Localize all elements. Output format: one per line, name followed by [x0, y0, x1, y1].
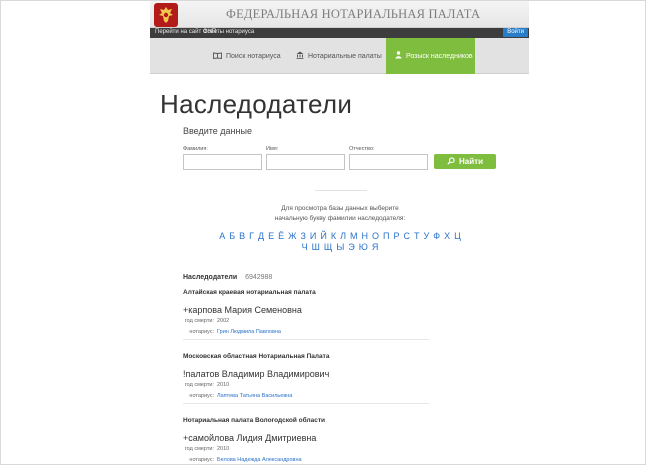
alphabet-letter[interactable]: Т [414, 231, 420, 242]
notary-link[interactable]: Лаптева Татьяна Васильевна [217, 393, 292, 399]
eagle-emblem-icon [159, 7, 173, 23]
alphabet-letter[interactable]: Д [258, 231, 264, 242]
death-year-row: год смерти: 2010 [183, 382, 429, 390]
death-year-label: год смерти: [184, 446, 214, 452]
login-button[interactable]: Войти [503, 28, 528, 37]
patronymic-label: Отчество: [349, 146, 375, 152]
alphabet-letter[interactable]: Ё [278, 231, 284, 242]
results-count: 6942988 [245, 274, 273, 281]
find-button-label: Найти [459, 157, 483, 166]
surname-label: Фамилия: [183, 146, 208, 152]
notary-row: нотариус: Белова Надежда Александровна [183, 457, 429, 464]
death-year-row: год смерти: 2010 [183, 446, 429, 454]
death-year-row: год смерти: 2002 [183, 318, 429, 326]
alphabet-row-1: АБВГДЕЁЖЗИЙКЛМНОПРСТУФХЦ [184, 231, 496, 242]
tab-notary-chambers[interactable]: Нотариальные палаты [296, 38, 382, 74]
alphabet-letter[interactable]: Н [362, 231, 369, 242]
tab-heirs-search[interactable]: Розыск наследников [386, 38, 475, 74]
site-brand-title[interactable]: ФЕДЕРАЛЬНАЯ НОТАРИАЛЬНАЯ ПАЛАТА [226, 7, 480, 22]
alphabet-letter[interactable]: Ч [302, 242, 308, 253]
alphabet-letter[interactable]: Ы [336, 242, 344, 253]
notary-row: нотариус: Грин Людмила Павловна [183, 329, 429, 337]
notary-link[interactable]: Грин Людмила Павловна [217, 329, 281, 335]
alphabet-index: АБВГДЕЁЖЗИЙКЛМНОПРСТУФХЦ ЧШЩЫЭЮЯ [184, 231, 496, 253]
tab-heirs-search-label: Розыск наследников [406, 52, 473, 60]
alphabet-letter[interactable]: Ц [454, 231, 461, 242]
alphabet-letter[interactable]: Х [444, 231, 450, 242]
alphabet-letter[interactable]: У [424, 231, 430, 242]
alphabet-letter[interactable]: К [331, 231, 336, 242]
chamber-name: Алтайская краевая нотариальная палата [183, 289, 316, 296]
page-title: Наследодатели [160, 89, 353, 119]
notary-label: нотариус: [189, 457, 214, 463]
surname-input[interactable] [183, 154, 262, 170]
main-nav: Поиск нотариуса Нотариальные палаты Розы… [150, 38, 529, 74]
alphabet-letter[interactable]: В [239, 231, 245, 242]
browser-frame: ФЕДЕРАЛЬНАЯ НОТАРИАЛЬНАЯ ПАЛАТА Перейти … [0, 0, 646, 465]
alphabet-letter[interactable]: Я [372, 242, 379, 253]
tab-search-notary[interactable]: Поиск нотариуса [213, 38, 281, 74]
search-icon [447, 156, 455, 167]
page: ФЕДЕРАЛЬНАЯ НОТАРИАЛЬНАЯ ПАЛАТА Перейти … [150, 1, 529, 464]
alphabet-letter[interactable]: О [372, 231, 379, 242]
alphabet-letter[interactable]: З [300, 231, 305, 242]
alphabet-letter[interactable]: Г [249, 231, 254, 242]
death-year-value: 2010 [217, 382, 230, 388]
alphabet-letter[interactable]: Е [268, 231, 274, 242]
death-year-value: 2010 [217, 446, 230, 452]
patronymic-input[interactable] [349, 154, 428, 170]
death-year-label: год смерти: [184, 318, 214, 324]
list-item: Московская областная Нотариальная Палата… [183, 353, 429, 404]
alphabet-letter[interactable]: М [350, 231, 358, 242]
list-item: Алтайская краевая нотариальная палата +к… [183, 289, 429, 340]
alphabet-letter[interactable]: П [383, 231, 389, 242]
alphabet-letter[interactable]: Р [394, 231, 400, 242]
alphabet-letter[interactable]: Э [348, 242, 354, 253]
alphabet-letter[interactable]: И [310, 231, 316, 242]
item-divider [183, 339, 429, 340]
death-year-value: 2002 [217, 318, 230, 324]
alphabet-letter[interactable]: Й [320, 231, 326, 242]
results-label: Наследодатели [183, 274, 238, 281]
name-input[interactable] [266, 154, 345, 170]
alphabet-letter[interactable]: Ф [433, 231, 440, 242]
deceased-name[interactable]: !палатов Владимир Владимирович [183, 369, 429, 379]
alphabet-letter[interactable]: Б [229, 231, 235, 242]
name-label: Имя: [266, 146, 279, 152]
tab-notary-chambers-label: Нотариальные палаты [308, 52, 382, 60]
top-bar: Перейти на сайт ФНП Советы нотариуса Вой… [150, 28, 529, 38]
link-notary-advice[interactable]: Советы нотариуса [203, 29, 254, 35]
find-button[interactable]: Найти [434, 154, 496, 169]
deceased-name[interactable]: +карпова Мария Семеновна [183, 305, 429, 315]
death-year-label: год смерти: [184, 382, 214, 388]
emblem-logo[interactable] [154, 3, 178, 27]
building-icon [296, 51, 304, 61]
book-icon [213, 51, 222, 61]
alphabet-letter[interactable]: Ж [288, 231, 296, 242]
notary-label: нотариус: [189, 329, 214, 335]
alphabet-letter[interactable]: Ю [359, 242, 368, 253]
tab-search-notary-label: Поиск нотариуса [226, 52, 281, 60]
results-summary: Наследодатели 6942988 [183, 274, 272, 281]
list-item: Нотариальная палата Вологодской области … [183, 417, 429, 464]
divider [315, 190, 367, 191]
alphabet-letter[interactable]: Л [340, 231, 346, 242]
person-icon [395, 51, 402, 61]
deceased-name[interactable]: +самойлова Лидия Дмитриевна [183, 433, 429, 443]
notary-row: нотариус: Лаптева Татьяна Васильевна [183, 393, 429, 401]
alphabet-letter[interactable]: Ш [312, 242, 320, 253]
alphabet-hint: Для просмотра базы данных выберите начал… [274, 205, 406, 222]
notary-label: нотариус: [189, 393, 214, 399]
form-heading: Введите данные [183, 126, 252, 136]
alphabet-row-2: ЧШЩЫЭЮЯ [184, 242, 496, 253]
notary-link[interactable]: Белова Надежда Александровна [217, 457, 302, 463]
alphabet-letter[interactable]: С [404, 231, 411, 242]
alphabet-letter[interactable]: А [219, 231, 225, 242]
chamber-name: Нотариальная палата Вологодской области [183, 417, 326, 424]
alphabet-letter[interactable]: Щ [324, 242, 332, 253]
item-divider [183, 403, 429, 404]
chamber-name: Московская областная Нотариальная Палата [183, 353, 330, 360]
site-header: ФЕДЕРАЛЬНАЯ НОТАРИАЛЬНАЯ ПАЛАТА [150, 1, 529, 28]
